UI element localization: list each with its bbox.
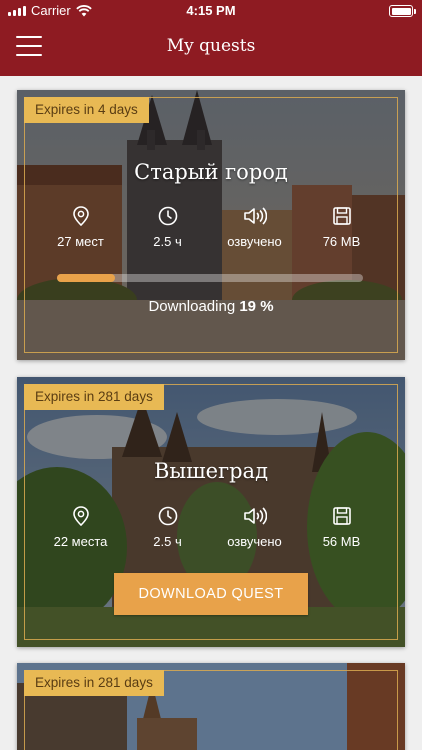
expiry-badge: Expires in 281 days xyxy=(24,384,164,410)
quest-card-old-town[interactable]: Expires in 4 days Старый город 27 мест 2… xyxy=(17,90,405,360)
expiry-badge: Expires in 281 days xyxy=(24,670,164,696)
quest-card-third[interactable]: Expires in 281 days xyxy=(17,663,405,750)
places-value: 22 места xyxy=(53,534,108,549)
status-time: 4:15 PM xyxy=(186,3,236,18)
download-label: Downloading xyxy=(148,298,236,315)
download-progress-fill xyxy=(57,274,116,282)
top-bar: Carrier 4:15 PM My quests xyxy=(0,0,422,76)
audio-value: озвучено xyxy=(227,234,282,249)
stat-places: 27 мест xyxy=(37,205,124,249)
quest-card-vysehrad[interactable]: Expires in 281 days Вышеград 22 места 2.… xyxy=(17,377,405,647)
duration-value: 2.5 ч xyxy=(153,534,182,549)
save-icon xyxy=(298,205,385,227)
stat-size: 76 MB xyxy=(298,205,385,249)
duration-value: 2.5 ч xyxy=(153,234,182,249)
stat-audio: озвучено xyxy=(211,505,298,549)
download-percent: 19 % xyxy=(239,298,274,315)
stat-places: 22 места xyxy=(37,505,124,549)
places-value: 27 мест xyxy=(57,234,104,249)
download-quest-button[interactable]: DOWNLOAD QUEST xyxy=(114,573,308,615)
clock-icon xyxy=(124,505,211,527)
size-value: 56 MB xyxy=(322,534,361,549)
stat-duration: 2.5 ч xyxy=(124,505,211,549)
speaker-icon xyxy=(211,205,298,227)
audio-value: озвучено xyxy=(227,534,282,549)
expiry-badge: Expires in 4 days xyxy=(24,97,149,123)
quest-title: Вышеград xyxy=(154,459,268,483)
places-icon xyxy=(37,205,124,227)
clock-icon xyxy=(124,205,211,227)
stat-audio: озвучено xyxy=(211,205,298,249)
speaker-icon xyxy=(211,505,298,527)
places-icon xyxy=(37,505,124,527)
page-title: My quests xyxy=(166,36,256,56)
quest-stats: 27 мест 2.5 ч озвучено 76 MB xyxy=(37,205,385,249)
stat-size: 56 MB xyxy=(298,505,385,549)
size-value: 76 MB xyxy=(322,234,361,249)
status-bar: Carrier 4:15 PM xyxy=(0,0,422,22)
quest-title: Старый город xyxy=(134,160,288,184)
quest-stats: 22 места 2.5 ч озвучено 56 MB xyxy=(37,505,385,549)
battery-icon xyxy=(389,5,416,17)
download-status: Downloading 19 % xyxy=(17,298,405,315)
save-icon xyxy=(298,505,385,527)
stat-duration: 2.5 ч xyxy=(124,205,211,249)
download-progress-bar xyxy=(57,274,363,282)
